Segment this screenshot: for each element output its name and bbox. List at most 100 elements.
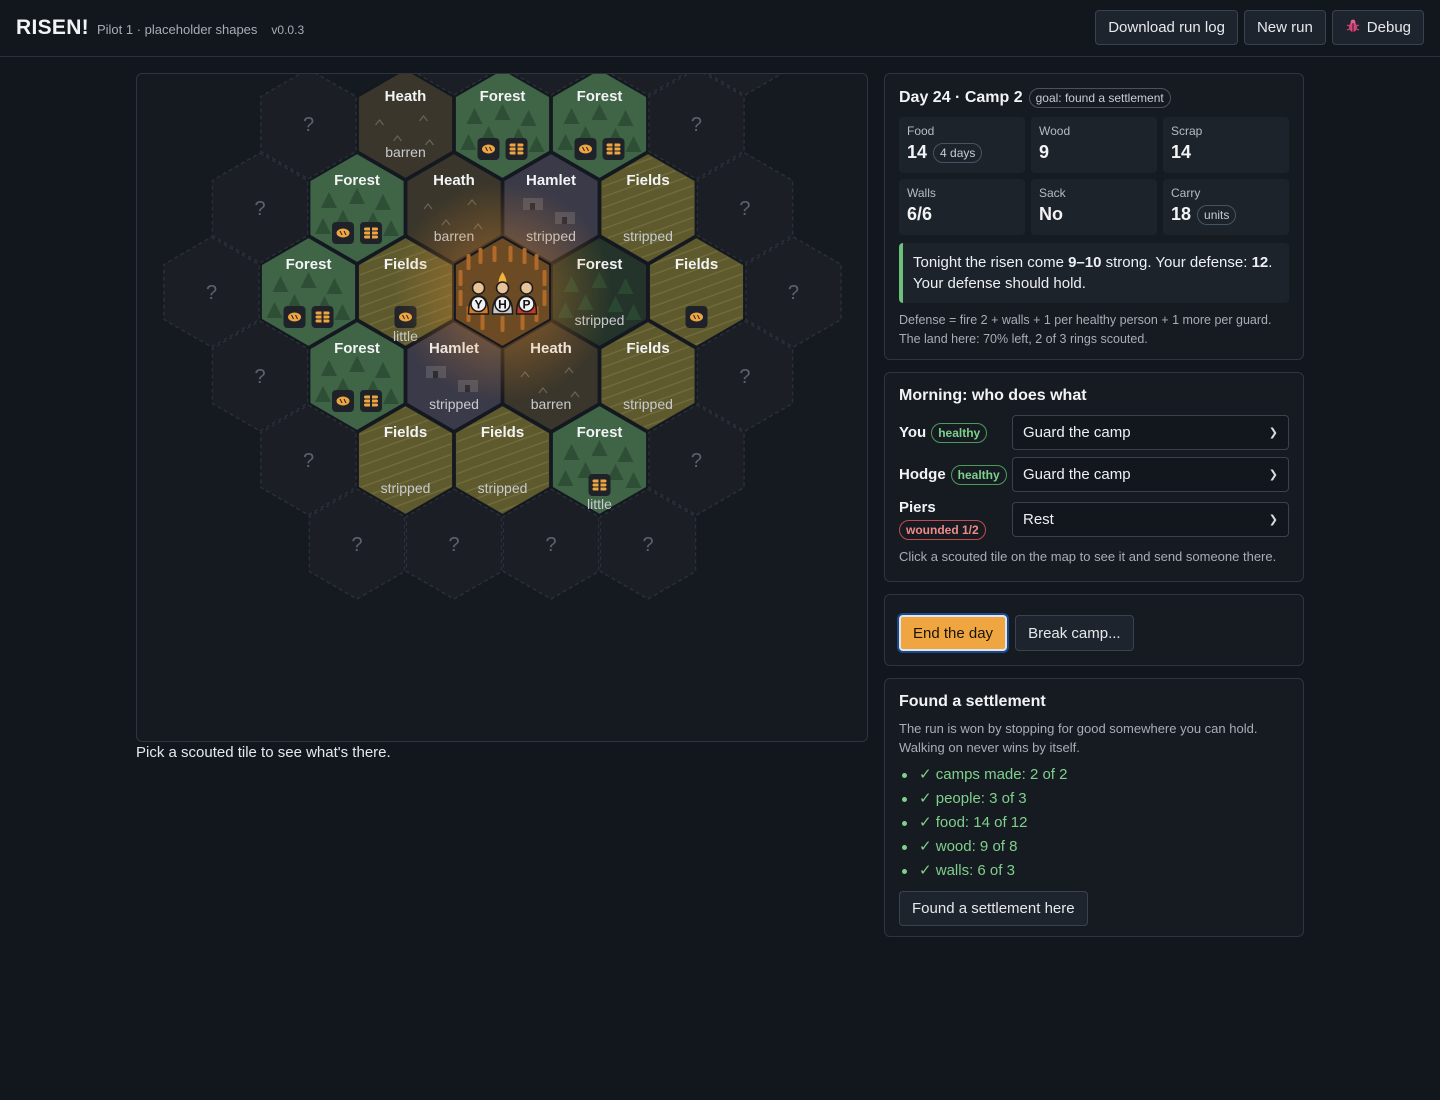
stat-value: No — [1039, 204, 1063, 224]
bug-icon — [1345, 18, 1361, 38]
status-badge: healthy — [950, 464, 1007, 485]
tile-name: Heath — [385, 88, 427, 105]
goal-badge: goal: found a settlement — [1028, 88, 1171, 108]
tile-name: Fields — [384, 424, 427, 441]
task-value: Rest — [1023, 511, 1054, 528]
assignment-row-you: You healthy Guard the camp ❯ — [899, 415, 1289, 450]
stake-shape — [542, 290, 547, 306]
checklist-item: ✓ camps made: 2 of 2 — [899, 763, 1289, 787]
unknown-mark: ? — [788, 282, 799, 304]
unknown-mark: ? — [448, 534, 459, 556]
tile-status: stripped — [381, 480, 431, 496]
unknown-mark: ? — [691, 450, 702, 472]
settlement-description: The run is won by stopping for good some… — [899, 721, 1258, 755]
carry-units-badge: units — [1197, 204, 1237, 225]
tile-name: Forest — [334, 340, 380, 357]
settlement-title: Found a settlement — [899, 693, 1046, 710]
hex-map-canvas: ??????????????????HeathbarrenForestFores… — [163, 74, 842, 600]
stat-label: Sack — [1039, 186, 1066, 200]
status-panel: Day 24 · Camp 2 goal: found a settlement… — [884, 73, 1304, 360]
tile-status: stripped — [623, 396, 673, 412]
stake-shape — [542, 270, 547, 286]
risen-strength: 9–10 — [1068, 254, 1102, 271]
unknown-mark: ? — [206, 282, 217, 304]
actions-panel: End the day Break camp... — [884, 594, 1304, 666]
task-select-you[interactable]: Guard the camp ❯ — [1012, 415, 1289, 450]
assignment-row-hodge: Hodge healthy Guard the camp ❯ — [899, 457, 1289, 492]
stat-value: 14 — [1171, 142, 1192, 162]
tile-name: Forest — [577, 424, 623, 441]
tile-status: little — [587, 496, 612, 512]
unknown-mark: ? — [739, 366, 750, 388]
stake-shape — [508, 246, 513, 262]
debug-button[interactable]: Debug — [1331, 10, 1424, 45]
party-letter: Y — [474, 298, 482, 312]
person-name: You — [899, 424, 927, 441]
stat-label: Wood — [1039, 124, 1071, 138]
debug-label: Debug — [1366, 19, 1411, 36]
stat-value: 14 — [907, 142, 928, 162]
morning-title: Morning: who does what — [899, 387, 1087, 404]
wood-icon — [602, 138, 625, 160]
download-log-button[interactable]: Download run log — [1095, 10, 1238, 45]
task-select-piers[interactable]: Rest ❯ — [1012, 502, 1289, 537]
map-hint: Pick a scouted tile to see what's there. — [136, 744, 391, 761]
new-run-button[interactable]: New run — [1243, 10, 1326, 45]
person-piers: Piers wounded 1/2 — [899, 499, 986, 540]
settlement-panel: Found a settlement The run is won by sto… — [884, 678, 1304, 937]
stat-scrap: Scrap 14 — [1163, 117, 1289, 173]
tile-name: Hamlet — [526, 172, 576, 189]
stat-food: Food 14 4 days — [899, 117, 1025, 173]
stat-walls: Walls 6/6 — [899, 179, 1025, 235]
tile-status: barren — [385, 144, 425, 160]
end-day-button[interactable]: End the day — [899, 615, 1008, 651]
food-icon — [332, 390, 355, 412]
wood-icon — [588, 474, 611, 496]
food-days-badge: 4 days — [933, 142, 983, 163]
night-forecast: Tonight the risen come 9–10 strong. Your… — [899, 243, 1289, 303]
unknown-mark: ? — [254, 366, 265, 388]
land-note: The land here: 70% left, 2 of 3 rings sc… — [899, 332, 1148, 346]
tile-status: stripped — [478, 480, 528, 496]
food-icon — [283, 306, 306, 328]
morning-panel: Morning: who does what You healthy Guard… — [884, 372, 1304, 582]
stat-value: 6/6 — [907, 204, 933, 224]
tile-status: stripped — [429, 396, 479, 412]
settlement-checklist: ✓ camps made: 2 of 2 ✓ people: 3 of 3 ✓ … — [899, 763, 1289, 883]
camp-tile[interactable]: YHP — [392, 182, 613, 402]
checklist-item: ✓ wood: 9 of 8 — [899, 835, 1289, 859]
app-title: RISEN! — [16, 16, 89, 39]
found-settlement-button[interactable]: Found a settlement here — [899, 891, 1088, 926]
stake-shape — [478, 248, 483, 264]
food-icon — [685, 306, 708, 328]
tile-name: Forest — [577, 88, 623, 105]
break-camp-button[interactable]: Break camp... — [1015, 615, 1134, 651]
stake-shape — [458, 270, 463, 286]
tile-name: Fields — [626, 340, 669, 357]
morning-hint: Click a scouted tile on the map to see i… — [899, 549, 1277, 564]
unknown-mark: ? — [642, 534, 653, 556]
task-value: Guard the camp — [1023, 424, 1131, 441]
tile-name: Fields — [481, 424, 524, 441]
unknown-mark: ? — [691, 114, 702, 136]
stake-shape — [466, 254, 471, 270]
unknown-mark: ? — [351, 534, 362, 556]
task-select-hodge[interactable]: Guard the camp ❯ — [1012, 457, 1289, 492]
unknown-mark: ? — [254, 198, 265, 220]
stat-value: 9 — [1039, 142, 1050, 162]
tile-status: barren — [531, 396, 571, 412]
unknown-mark: ? — [545, 534, 556, 556]
stat-wood: Wood 9 — [1031, 117, 1157, 173]
task-value: Guard the camp — [1023, 466, 1131, 483]
top-bar: RISEN! Pilot 1 · placeholder shapes v0.0… — [0, 0, 1440, 57]
stat-carry: Carry 18 units — [1163, 179, 1289, 235]
party-letter: P — [522, 298, 530, 312]
stat-label: Food — [907, 124, 935, 138]
stat-label: Carry — [1171, 186, 1201, 200]
forecast-text-2: strong. Your defense: — [1101, 254, 1252, 271]
stat-sack: Sack No — [1031, 179, 1157, 235]
stats-grid: Food 14 4 days Wood 9 Scrap 14 Walls 6/6 … — [899, 117, 1289, 235]
unknown-mark: ? — [303, 450, 314, 472]
tile-name: Heath — [433, 172, 475, 189]
status-badge: healthy — [931, 422, 988, 443]
